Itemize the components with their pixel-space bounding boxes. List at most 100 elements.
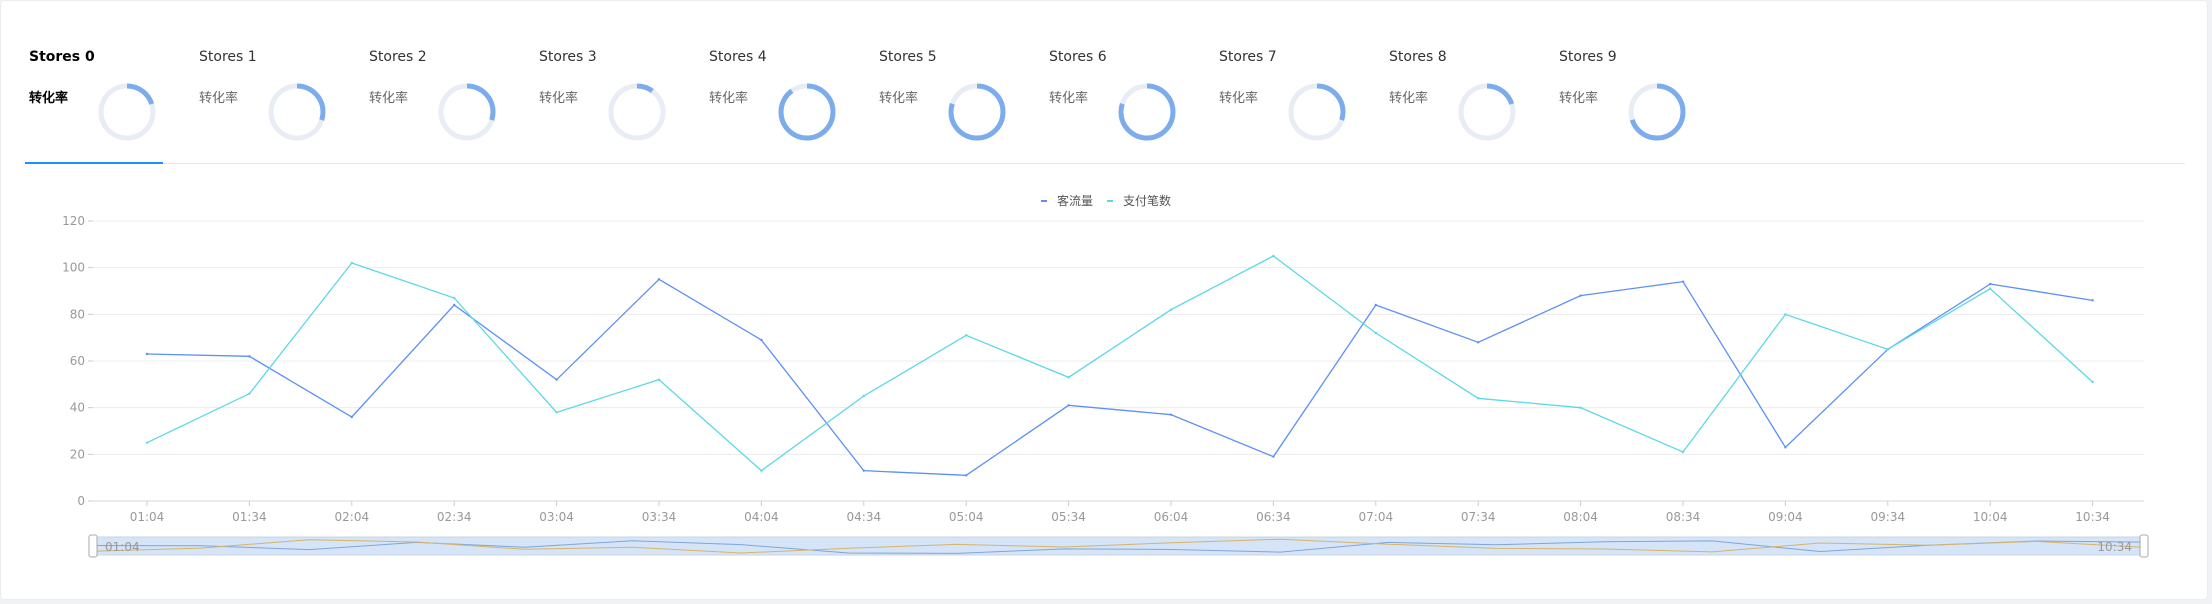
x-tick-label: 05:04 — [949, 510, 984, 524]
store-tab-name: Stores 2 — [369, 49, 427, 65]
x-tick-label: 07:34 — [1461, 510, 1496, 524]
x-tick-label: 03:34 — [642, 510, 677, 524]
data-point — [1374, 331, 1378, 335]
x-tick-label: 07:04 — [1359, 510, 1394, 524]
store-tab-3[interactable]: Stores 3 转化率 — [535, 1, 695, 163]
chart-card: Stores 0 转化率 Stores 1 转化率 Stores 2 转化率 Stores … — [0, 0, 2208, 600]
conversion-rate-label: 转化率 — [879, 91, 919, 106]
data-point — [1169, 413, 1173, 416]
store-tab-2[interactable]: Stores 2 转化率 — [365, 1, 525, 163]
conversion-rate-label: 转化率 — [199, 91, 239, 106]
slider-start-label: 01:04 — [105, 540, 140, 554]
x-tick-label: 08:34 — [1666, 510, 1701, 524]
conversion-rate-ring — [268, 83, 326, 141]
data-point — [248, 355, 251, 358]
data-point — [1989, 287, 1992, 290]
x-tick-label: 01:34 — [232, 510, 267, 524]
ring-fill — [778, 83, 836, 141]
data-point — [145, 441, 149, 444]
x-tick-label: 08:04 — [1563, 510, 1598, 524]
x-tick-label: 01:04 — [130, 510, 165, 524]
data-point — [453, 303, 456, 307]
data-point — [1067, 404, 1070, 407]
conversion-rate-label: 转化率 — [1219, 91, 1259, 106]
store-tab-name: Stores 3 — [539, 49, 597, 65]
data-point — [965, 474, 968, 477]
store-tab-name: Stores 6 — [1049, 49, 1107, 65]
conversion-rate-label: 转化率 — [539, 91, 579, 106]
conversion-rate-label: 转化率 — [1049, 91, 1089, 106]
x-tick-label: 04:34 — [847, 510, 882, 524]
data-point — [555, 411, 558, 414]
data-point — [1579, 294, 1582, 297]
conversion-rate-ring — [438, 83, 496, 141]
conversion-rate-ring — [1458, 83, 1516, 141]
store-tab-9[interactable]: Stores 9 转化率 — [1555, 1, 1715, 163]
conversion-rate-label: 转化率 — [709, 91, 749, 106]
data-point — [350, 415, 353, 419]
store-tab-8[interactable]: Stores 8 转化率 — [1385, 1, 1545, 163]
conversion-rate-ring — [778, 83, 836, 141]
store-tab-name: Stores 7 — [1219, 49, 1277, 65]
x-tick-label: 04:04 — [744, 510, 779, 524]
data-point — [350, 261, 353, 265]
data-point — [1477, 397, 1480, 400]
data-point — [1272, 254, 1275, 258]
conversion-rate-label: 转化率 — [1559, 91, 1599, 106]
data-point — [1784, 313, 1787, 316]
slider-handle-start[interactable] — [88, 534, 98, 558]
store-tab-name: Stores 4 — [709, 49, 767, 65]
conversion-rate-label: 转化率 — [29, 91, 69, 106]
data-point — [760, 338, 763, 342]
conversion-rate-ring — [608, 83, 666, 141]
store-tab-1[interactable]: Stores 1 转化率 — [195, 1, 355, 163]
conversion-rate-ring — [1288, 83, 1346, 141]
y-tick-label: 20 — [70, 447, 85, 461]
store-tab-0[interactable]: Stores 0 转化率 — [25, 1, 185, 163]
data-point — [1784, 446, 1787, 449]
data-point — [1579, 406, 1582, 409]
data-point — [1886, 348, 1890, 351]
series-line-1 — [146, 255, 2094, 472]
data-point — [1067, 376, 1070, 379]
conversion-rate-ring — [948, 83, 1006, 141]
data-point — [1989, 282, 1992, 286]
y-tick-label: 40 — [70, 401, 85, 415]
data-point — [1272, 455, 1275, 458]
store-tab-4[interactable]: Stores 4 转化率 — [705, 1, 865, 163]
store-tab-6[interactable]: Stores 6 转化率 — [1045, 1, 1205, 163]
data-point — [145, 352, 149, 356]
store-tab-name: Stores 0 — [29, 49, 95, 65]
series-line-0 — [146, 278, 2093, 476]
conversion-rate-label: 转化率 — [369, 91, 409, 106]
x-tick-label: 10:34 — [2075, 510, 2110, 524]
data-point — [2091, 299, 2094, 302]
slider-handle-end[interactable] — [2139, 534, 2149, 558]
data-point — [1374, 303, 1378, 307]
x-tick-label: 02:04 — [335, 510, 370, 524]
data-point — [1681, 280, 1685, 283]
conversion-rate-ring — [98, 83, 156, 141]
ring-track — [608, 83, 666, 141]
data-point — [555, 378, 558, 381]
slider-end-label: 10:34 — [2097, 540, 2132, 554]
store-tab-7[interactable]: Stores 7 转化率 — [1215, 1, 1375, 163]
x-tick-label: 06:34 — [1256, 510, 1291, 524]
legend-label: 支付笔数 — [1123, 193, 1171, 208]
store-tab-name: Stores 1 — [199, 49, 257, 65]
x-tick-label: 09:04 — [1768, 510, 1803, 524]
x-tick-label: 05:34 — [1051, 510, 1086, 524]
conversion-rate-ring — [1628, 83, 1686, 141]
store-tab-5[interactable]: Stores 5 转化率 — [875, 1, 1035, 163]
slider-background — [92, 536, 2145, 556]
y-tick-label: 100 — [62, 261, 85, 275]
data-point — [248, 392, 251, 395]
data-point — [862, 469, 865, 472]
data-point — [1681, 450, 1685, 454]
y-tick-label: 80 — [70, 307, 85, 321]
data-point — [965, 334, 968, 337]
y-tick-label: 120 — [62, 214, 85, 228]
store-tabs: Stores 0 转化率 Stores 1 转化率 Stores 2 转化率 Stores … — [25, 1, 2185, 164]
data-point — [1477, 341, 1480, 344]
data-point — [657, 378, 661, 381]
